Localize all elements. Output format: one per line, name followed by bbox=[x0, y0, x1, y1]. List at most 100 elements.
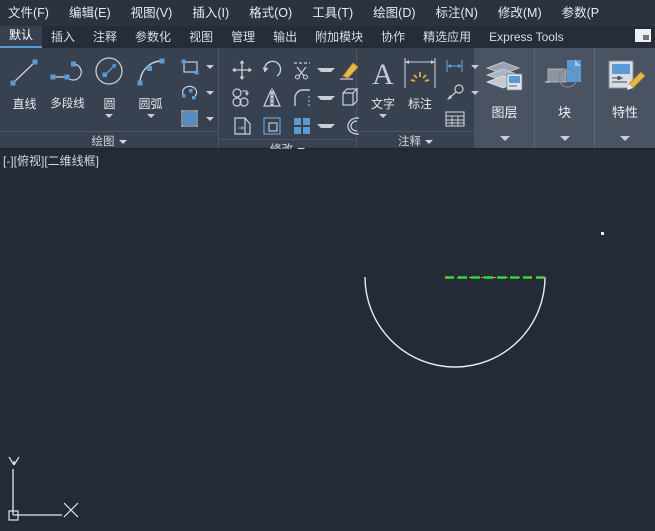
copy-icon[interactable] bbox=[227, 85, 257, 110]
draw-line-button[interactable]: 直线 bbox=[4, 53, 45, 112]
trim-icon[interactable] bbox=[287, 57, 317, 82]
rectangle-dropdown-icon[interactable] bbox=[206, 65, 214, 69]
menu-item-draw[interactable]: 绘图(D) bbox=[363, 0, 425, 26]
menu-item-parametric[interactable]: 参数(P bbox=[552, 0, 610, 26]
rotate-icon[interactable] bbox=[257, 57, 287, 82]
tab-output[interactable]: 输出 bbox=[264, 26, 306, 48]
ellipse-dropdown-icon[interactable] bbox=[206, 91, 214, 95]
menu-item-file[interactable]: 文件(F) bbox=[0, 0, 59, 26]
ucs-icon bbox=[8, 456, 79, 521]
rectangle-icon bbox=[177, 56, 203, 78]
autocad-window: 文件(F) 编辑(E) 视图(V) 插入(I) 格式(O) 工具(T) 绘图(D… bbox=[0, 0, 655, 531]
tab-featured-apps[interactable]: 精选应用 bbox=[414, 26, 480, 48]
ribbon-panel-draw: 直线 多段线 圆 圆弧 绘图 bbox=[0, 48, 219, 148]
mirror-icon[interactable] bbox=[257, 85, 287, 110]
annotation-dimension-button[interactable]: 标注 bbox=[400, 53, 440, 112]
arc-geometry bbox=[364, 276, 546, 368]
modify-row-2 bbox=[227, 84, 365, 111]
menu-item-tools[interactable]: 工具(T) bbox=[302, 0, 363, 26]
tab-collaborate[interactable]: 协作 bbox=[372, 26, 414, 48]
array-dropdown-icon[interactable] bbox=[317, 123, 335, 128]
ellipse-arc-icon bbox=[177, 82, 203, 104]
layers-panel-label: 图层 bbox=[491, 105, 518, 120]
draw-small-buttons bbox=[177, 53, 214, 131]
ucs-y-arrow bbox=[8, 456, 20, 466]
leader-dropdown-icon[interactable] bbox=[471, 91, 479, 95]
modify-panel-content bbox=[219, 48, 359, 139]
svg-text:A: A bbox=[372, 58, 394, 91]
ribbon-panel-properties[interactable]: 特性 bbox=[595, 48, 655, 148]
block-icon bbox=[543, 48, 587, 100]
hatch-dropdown-icon[interactable] bbox=[206, 117, 214, 121]
tab-parametric[interactable]: 参数化 bbox=[126, 26, 180, 48]
modify-grid bbox=[227, 53, 365, 139]
tab-home[interactable]: 默认 bbox=[0, 26, 43, 48]
arc-icon bbox=[132, 53, 170, 93]
draw-panel-content: 直线 多段线 圆 圆弧 bbox=[0, 48, 218, 131]
tab-express-tools[interactable]: Express Tools bbox=[480, 26, 572, 48]
block-dropdown-icon[interactable] bbox=[559, 136, 570, 141]
draw-panel-label-text: 绘图 bbox=[91, 136, 115, 148]
draw-hatch-button[interactable] bbox=[177, 107, 214, 131]
annotation-panel-caret-icon bbox=[425, 139, 433, 144]
trim-dropdown-icon[interactable] bbox=[317, 67, 335, 72]
ribbon-tab-bar: 默认 插入 注释 参数化 视图 管理 输出 附加模块 协作 精选应用 Expre… bbox=[0, 26, 655, 48]
linear-dimension-button[interactable] bbox=[442, 55, 479, 79]
move-icon[interactable] bbox=[227, 57, 257, 82]
draw-arc-button[interactable]: 圆弧 bbox=[129, 53, 172, 118]
draw-polyline-button[interactable]: 多段线 bbox=[45, 53, 90, 111]
circle-dropdown-icon[interactable] bbox=[105, 114, 114, 118]
ribbon-panel-block[interactable]: 块 bbox=[535, 48, 595, 148]
drawing-canvas[interactable]: [-][俯视][二维线框] bbox=[0, 149, 655, 531]
fillet-icon[interactable] bbox=[287, 85, 317, 110]
annotation-panel-label-text: 注释 bbox=[398, 136, 421, 148]
polyline-icon bbox=[47, 53, 87, 93]
properties-dropdown-icon[interactable] bbox=[619, 136, 630, 141]
stretch-icon[interactable] bbox=[227, 113, 257, 138]
scale-icon[interactable] bbox=[257, 113, 287, 138]
draw-rectangle-button[interactable] bbox=[177, 55, 214, 79]
ribbon-corner-button[interactable] bbox=[635, 29, 651, 42]
menu-item-dimension[interactable]: 标注(N) bbox=[426, 0, 488, 26]
tab-manage[interactable]: 管理 bbox=[222, 26, 264, 48]
linear-dimension-dropdown-icon[interactable] bbox=[471, 65, 479, 69]
hatch-icon bbox=[177, 108, 203, 130]
annotation-text-button[interactable]: A 文字 bbox=[366, 53, 400, 118]
arc-dropdown-icon[interactable] bbox=[146, 114, 155, 118]
modify-row-3 bbox=[227, 112, 365, 139]
tab-insert[interactable]: 插入 bbox=[42, 26, 84, 48]
tab-annotate[interactable]: 注释 bbox=[84, 26, 126, 48]
modify-row-1 bbox=[227, 56, 365, 83]
annotation-text-label: 文字 bbox=[370, 97, 395, 111]
ucs-x-arrow bbox=[63, 502, 79, 518]
cursor-pickbox-dot bbox=[601, 232, 604, 235]
circle-icon bbox=[90, 53, 128, 93]
draw-circle-label: 圆 bbox=[103, 97, 116, 111]
draw-circle-button[interactable]: 圆 bbox=[90, 53, 129, 118]
menu-bar: 文件(F) 编辑(E) 视图(V) 插入(I) 格式(O) 工具(T) 绘图(D… bbox=[0, 0, 655, 26]
menu-item-view[interactable]: 视图(V) bbox=[121, 0, 183, 26]
drawing-geometry bbox=[364, 276, 546, 368]
menu-item-edit[interactable]: 编辑(E) bbox=[59, 0, 121, 26]
draw-panel-caret-icon bbox=[118, 139, 127, 144]
layers-dropdown-icon[interactable] bbox=[499, 136, 510, 141]
draw-line-label: 直线 bbox=[12, 97, 37, 111]
table-button[interactable] bbox=[442, 107, 479, 131]
block-panel-label: 块 bbox=[557, 105, 571, 120]
ribbon-panel-annotation: A 文字 标注 注释 bbox=[357, 48, 479, 148]
ribbon-panel-modify: 修改 bbox=[219, 48, 359, 156]
menu-item-insert[interactable]: 插入(I) bbox=[182, 0, 239, 26]
leader-button[interactable] bbox=[442, 81, 479, 105]
draw-ellipse-button[interactable] bbox=[177, 81, 214, 105]
menu-item-modify[interactable]: 修改(M) bbox=[488, 0, 552, 26]
dimension-icon bbox=[400, 53, 440, 93]
ribbon-panel-layers[interactable]: 图层 bbox=[475, 48, 535, 148]
menu-item-format[interactable]: 格式(O) bbox=[239, 0, 302, 26]
text-dropdown-icon[interactable] bbox=[379, 114, 387, 118]
array-icon[interactable] bbox=[287, 113, 317, 138]
tab-addins[interactable]: 附加模块 bbox=[306, 26, 372, 48]
fillet-dropdown-icon[interactable] bbox=[317, 95, 335, 100]
draw-polyline-label: 多段线 bbox=[50, 98, 85, 110]
tab-view[interactable]: 视图 bbox=[180, 26, 222, 48]
draw-arc-label: 圆弧 bbox=[138, 97, 163, 111]
